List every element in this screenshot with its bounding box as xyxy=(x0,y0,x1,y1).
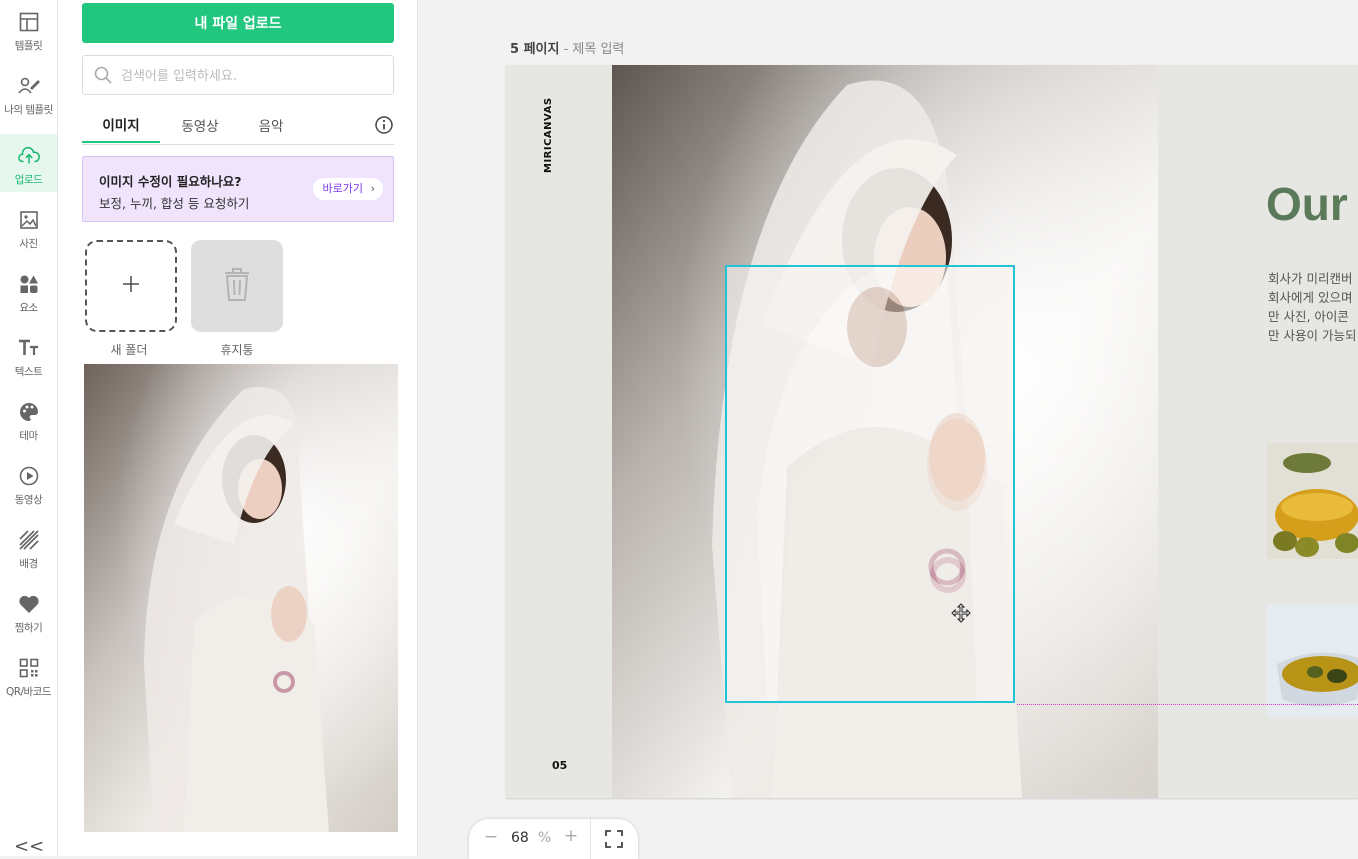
promo-title: 이미지 수정이 필요하나요? xyxy=(99,174,242,189)
brand-text[interactable]: MIRICANVAS xyxy=(543,95,563,175)
rail-item-label: 배경 xyxy=(19,558,38,570)
rail-item-text[interactable]: 텍스트 xyxy=(0,326,57,384)
zoom-control: − 68 % + xyxy=(469,819,638,859)
go-button-label: 바로가기 xyxy=(322,182,363,195)
tab-music[interactable]: 음악 xyxy=(244,106,298,143)
search-box xyxy=(82,55,394,95)
rail-item-label: 찜하기 xyxy=(14,622,43,634)
olive-oil-gravy-boat-photo xyxy=(1267,604,1358,717)
search-input[interactable] xyxy=(119,64,383,88)
search-icon xyxy=(94,66,112,84)
rail-item-label: QR/바코드 xyxy=(5,686,52,698)
go-button[interactable]: 바로가기 › xyxy=(312,178,383,200)
my-template-icon xyxy=(17,75,40,97)
shapes-icon xyxy=(18,273,40,295)
rail-item-qr[interactable]: QR/바코드 xyxy=(0,646,57,704)
rail-item-elements[interactable]: 요소 xyxy=(0,262,57,320)
rail-item-video[interactable]: 동영상 xyxy=(0,454,57,512)
tab-videos[interactable]: 동영상 xyxy=(168,106,232,143)
heart-icon xyxy=(18,593,40,615)
rail-item-label: 테마 xyxy=(19,430,38,442)
palette-icon xyxy=(18,401,40,423)
new-folder-label: 새 폴더 xyxy=(110,343,148,357)
trash-icon xyxy=(222,265,252,307)
tab-images[interactable]: 이미지 xyxy=(82,106,160,143)
zoom-in-button[interactable]: + xyxy=(563,826,579,848)
new-folder-button[interactable] xyxy=(85,240,177,332)
cloud-upload-icon xyxy=(17,145,40,167)
rail-item-label: 텍스트 xyxy=(14,366,43,378)
trash-folder[interactable] xyxy=(191,240,283,332)
left-rail: 템플릿 나의 템플릿 업로드 사진 요소 텍스트 테마 동영상 배경 찜하기 Q… xyxy=(0,0,58,857)
rail-item-label: 사진 xyxy=(19,238,38,250)
body-text[interactable]: 회사가 미리캔버 회사에게 있으며 만 사진, 아이콘 만 사용이 가능되 xyxy=(1268,269,1358,345)
zoom-out-button[interactable]: − xyxy=(483,827,499,849)
alignment-guide xyxy=(1017,704,1358,705)
background-icon xyxy=(18,529,40,551)
rail-item-background[interactable]: 배경 xyxy=(0,518,57,576)
upload-panel: 내 파일 업로드 이미지 동영상 음악 이미지 수정이 필요하나요? 보정, 누… xyxy=(58,0,418,856)
rail-item-upload[interactable]: 업로드 xyxy=(0,134,57,192)
text-icon xyxy=(18,337,40,359)
chevron-right-icon: › xyxy=(370,182,375,195)
move-cursor-icon xyxy=(951,603,971,623)
zoom-unit: % xyxy=(538,830,552,846)
collapse-rail-button[interactable]: << xyxy=(14,836,44,857)
plus-icon xyxy=(121,274,141,298)
fullscreen-icon[interactable] xyxy=(605,830,623,848)
body-line: 만 사용이 가능되 xyxy=(1268,328,1357,343)
page-subtitle: - 제목 입력 xyxy=(563,42,625,57)
body-line: 회사에게 있으며 xyxy=(1268,290,1353,305)
page-number-title: 5 페이지 xyxy=(510,42,560,57)
promo-subtitle: 보정, 누끼, 합성 등 요청하기 xyxy=(99,196,250,211)
upload-file-button[interactable]: 내 파일 업로드 xyxy=(82,3,394,43)
rail-item-templates[interactable]: 템플릿 xyxy=(0,0,57,58)
body-line: 회사가 미리캔버 xyxy=(1268,271,1353,286)
bride-photo-thumbnail xyxy=(84,364,398,832)
heading-text[interactable]: Our xyxy=(1266,177,1348,231)
olive-oil-bowl-photo xyxy=(1267,443,1358,559)
rail-item-label: 업로드 xyxy=(14,174,43,186)
rail-item-my-templates[interactable]: 나의 템플릿 xyxy=(0,64,57,122)
trash-label: 휴지통 xyxy=(220,343,254,357)
rail-item-label: 요소 xyxy=(19,302,38,314)
play-icon xyxy=(18,465,40,487)
selected-bride-photo xyxy=(727,267,1013,701)
rail-item-label: 동영상 xyxy=(14,494,43,506)
rail-item-label: 나의 템플릿 xyxy=(4,104,53,116)
rail-item-photos[interactable]: 사진 xyxy=(0,198,57,256)
media-tabs: 이미지 동영상 음악 xyxy=(82,106,394,145)
rail-item-favorites[interactable]: 찜하기 xyxy=(0,582,57,640)
uploaded-image-thumbnail[interactable] xyxy=(84,364,398,832)
rail-item-label: 템플릿 xyxy=(14,40,43,52)
page-title[interactable]: 5 페이지 - 제목 입력 xyxy=(510,38,624,57)
zoom-value[interactable]: 68 xyxy=(511,830,529,846)
olive-oil-image-2[interactable] xyxy=(1267,604,1358,717)
body-line: 만 사진, 아이콘 xyxy=(1268,309,1349,324)
photo-icon xyxy=(18,209,40,231)
qr-icon xyxy=(18,657,40,679)
info-icon[interactable] xyxy=(374,115,394,135)
rail-item-theme[interactable]: 테마 xyxy=(0,390,57,448)
edit-request-banner: 이미지 수정이 필요하나요? 보정, 누끼, 합성 등 요청하기 바로가기 › xyxy=(82,156,394,222)
olive-oil-image-1[interactable] xyxy=(1267,443,1358,559)
page-number-label[interactable]: 05 xyxy=(552,759,567,772)
zoom-divider xyxy=(590,819,591,859)
selected-image-frame[interactable] xyxy=(725,265,1015,703)
layout-icon xyxy=(18,11,40,33)
